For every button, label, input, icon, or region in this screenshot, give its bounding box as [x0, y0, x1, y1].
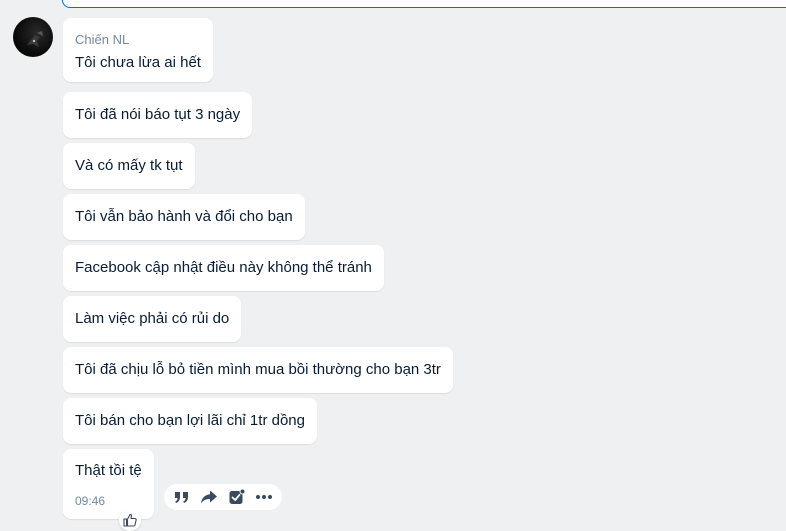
- message-bubble[interactable]: Facebook cập nhật điều này không thể trá…: [63, 245, 384, 291]
- forward-icon[interactable]: [198, 486, 220, 508]
- message-bubble[interactable]: Tôi vẫn bảo hành và đổi cho bạn: [63, 194, 305, 240]
- reaction-like-button[interactable]: [119, 509, 141, 531]
- thumbs-up-icon: [123, 513, 137, 527]
- message-text: Tôi đã chịu lỗ bỏ tiền mình mua bồi thườ…: [75, 361, 441, 378]
- message-text: Làm việc phải có rủi do: [75, 310, 230, 327]
- message-bubble[interactable]: Tôi bán cho bạn lợi lãi chỉ 1tr dồng: [63, 398, 317, 444]
- message-bubble[interactable]: Thật tồi tệ 09:46: [63, 449, 154, 519]
- more-options-icon[interactable]: [253, 486, 275, 508]
- quote-icon[interactable]: [171, 486, 193, 508]
- message-timestamp: 09:46: [75, 494, 106, 508]
- message-text: Facebook cập nhật điều này không thể trá…: [75, 259, 372, 276]
- message-bubble[interactable]: Chiến NL Tôi chưa lừa ai hết: [63, 18, 213, 82]
- message-text: Tôi đã nói báo tụt 3 ngày: [75, 106, 241, 123]
- avatar-image: [27, 31, 43, 47]
- message-text: Và có mấy tk tụt: [75, 157, 183, 174]
- task-check-icon[interactable]: [226, 486, 248, 508]
- message-text: Tôi vẫn bảo hành và đổi cho bạn: [75, 208, 293, 225]
- message-text: Tôi bán cho bạn lợi lãi chỉ 1tr dồng: [75, 412, 305, 429]
- message-bubble[interactable]: Tôi đã chịu lỗ bỏ tiền mình mua bồi thườ…: [63, 347, 453, 393]
- message-action-toolbar: [164, 484, 282, 510]
- message-bubble[interactable]: Và có mấy tk tụt: [63, 143, 195, 189]
- sender-name: Chiến NL: [75, 32, 130, 47]
- previous-message-card: [62, 0, 786, 8]
- message-text: Thật tồi tệ: [75, 462, 142, 479]
- sender-avatar[interactable]: [13, 17, 53, 57]
- message-text: Tôi chưa lừa ai hết: [75, 54, 201, 71]
- message-bubble[interactable]: Làm việc phải có rủi do: [63, 296, 242, 342]
- message-bubble[interactable]: Tôi đã nói báo tụt 3 ngày: [63, 92, 253, 138]
